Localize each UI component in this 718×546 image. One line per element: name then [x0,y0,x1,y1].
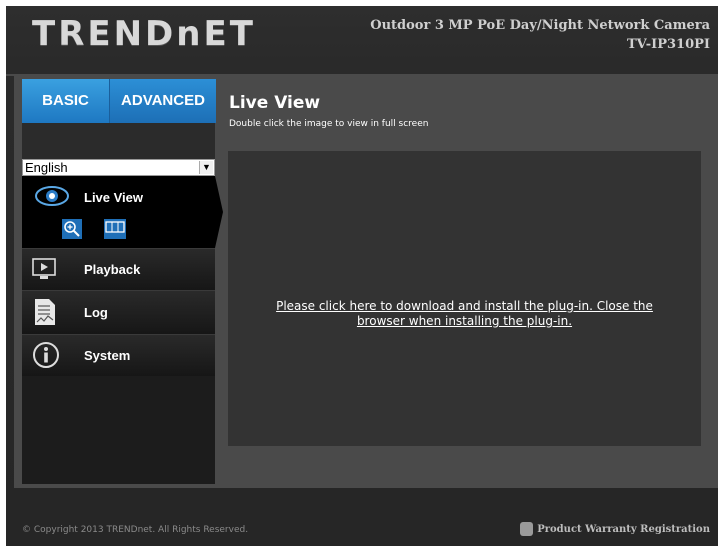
warranty-registration-link[interactable]: Product Warranty Registration [520,521,710,538]
log-icon [33,297,57,331]
page-subtitle: Double click the image to view in full s… [229,119,429,129]
mode-tabs: BASIC ADVANCED [22,79,216,133]
language-select-value: English [25,160,68,175]
eye-icon [34,185,70,211]
tab-basic[interactable]: BASIC [22,79,109,123]
copyright-text: © Copyright 2013 TRENDnet. All Rights Re… [22,525,249,535]
play-icon [32,257,56,285]
content-area: BASIC ADVANCED English ▼ Live View Playb… [14,76,718,488]
chevron-down-icon: ▼ [199,161,213,174]
sidebar-item-log[interactable]: Log [22,290,215,334]
sidebar-item-playback[interactable]: Playback [22,248,215,290]
sidebar-item-label: Live View [84,190,144,205]
sidebar-item-live-view[interactable]: Live View [22,176,215,248]
tab-advanced[interactable]: ADVANCED [109,79,216,123]
camera-model-number: TV-IP310PI [626,37,710,52]
sidebar-band [22,123,215,159]
trendnet-logo: TRENDnET [32,14,256,54]
active-item-pointer [215,176,223,248]
plugin-link-line1: Please click here to download and instal… [276,299,653,313]
plugin-link-line2: browser when installing the plug-in. [356,314,573,328]
plugin-download-link[interactable]: Please click here to download and instal… [228,299,701,329]
app-frame: TRENDnET Outdoor 3 MP PoE Day/Night Netw… [6,6,718,546]
h264-icon[interactable] [104,219,126,239]
warranty-label: Product Warranty Registration [537,524,710,535]
sidebar-item-label: Log [84,305,108,320]
language-select[interactable]: English ▼ [22,159,215,176]
live-video-area[interactable]: Please click here to download and instal… [228,151,701,446]
camera-model-description: Outdoor 3 MP PoE Day/Night Network Camer… [370,18,710,33]
shield-icon [520,521,534,536]
sidebar-item-system[interactable]: System [22,334,215,376]
sidebar: BASIC ADVANCED English ▼ Live View Playb… [22,79,223,484]
sidebar-item-label: Playback [84,262,141,277]
info-icon [32,341,60,373]
zoom-icon[interactable] [62,219,82,239]
page-title: Live View [229,93,321,113]
sidebar-item-label: System [84,348,131,363]
